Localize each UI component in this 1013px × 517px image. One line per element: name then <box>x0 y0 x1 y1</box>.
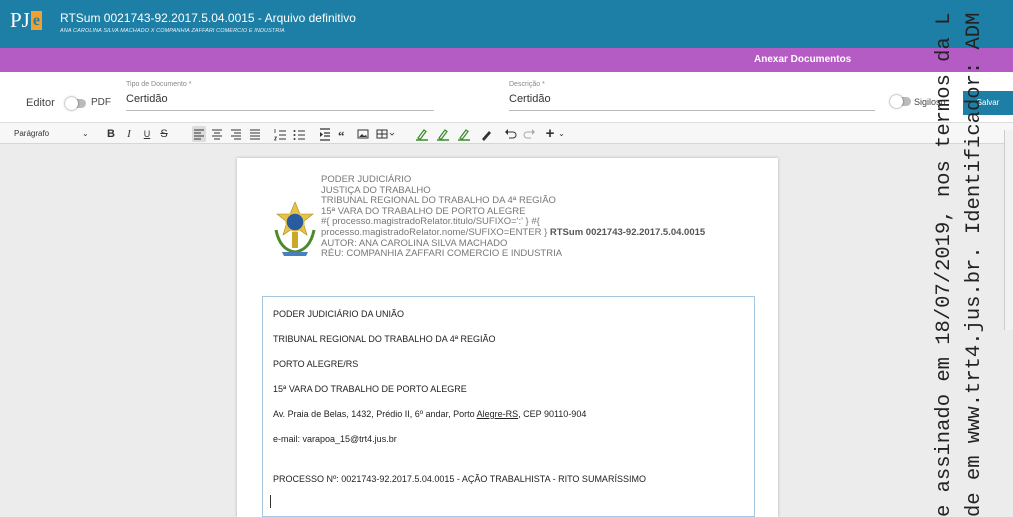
blockquote-icon[interactable]: “ <box>337 126 351 142</box>
body-line: PROCESSO Nº: 0021743-92.2017.5.04.0015 -… <box>273 474 646 484</box>
anexar-documentos-link[interactable]: Anexar Documentos <box>754 54 851 65</box>
signature-watermark: e assinado em 18/07/2019, nos termos da … <box>922 0 1013 517</box>
bullet-list-icon[interactable] <box>292 126 306 142</box>
letterhead-variable: processo.magistradoRelator.nome/SUFIXO=E… <box>321 226 548 238</box>
document-page: PODER JUDICIÁRIO JUSTIÇA DO TRABALHO TRI… <box>237 158 778 517</box>
top-header-bar: PJ e RTSum 0021743-92.2017.5.04.0015 - Ar… <box>0 0 1013 48</box>
align-center-icon[interactable] <box>210 126 224 142</box>
watermark-line: e assinado em 18/07/2019, nos termos da … <box>933 12 956 517</box>
body-line: Av. Praia de Belas, 1432, Prédio II, 6º … <box>273 409 586 419</box>
watermark-line: de em www.trt4.jus.br. Identificador: AD… <box>963 12 986 517</box>
bold-button[interactable]: B <box>104 126 118 142</box>
sigiloso-toggle[interactable] <box>890 95 911 108</box>
process-parties: ANA CAROLINA SILVA MACHADO X COMPANHIA Z… <box>60 28 285 34</box>
address-link[interactable]: Alegre-RS <box>477 409 519 419</box>
body-line: 15ª VARA DO TRABALHO DE PORTO ALEGRE <box>273 384 467 394</box>
process-title: RTSum 0021743-92.2017.5.04.0015 - Arquiv… <box>60 11 356 25</box>
letterhead-process-number: RTSum 0021743-92.2017.5.04.0015 <box>549 226 706 238</box>
insert-plus-button[interactable]: + <box>543 126 557 142</box>
marker-green-icon[interactable] <box>415 126 429 142</box>
body-line: e-mail: varapoa_15@trt4.jus.br <box>273 434 397 444</box>
table-icon[interactable] <box>375 126 395 142</box>
body-line: PORTO ALEGRE/RS <box>273 359 359 369</box>
text-cursor <box>270 495 271 508</box>
descricao-field[interactable]: Certidão <box>509 93 875 111</box>
marker-green-2-icon[interactable] <box>436 126 450 142</box>
action-bar: Anexar Documentos <box>0 48 1013 72</box>
redo-icon[interactable] <box>523 126 537 142</box>
address-text: Av. Praia de Belas, 1432, Prédio II, 6º … <box>273 409 477 419</box>
paragraph-style-select[interactable]: Parágrafo ⌄ <box>14 126 104 142</box>
watermark-text: e assinado em 18/07/2019, nos termos da … <box>930 0 990 517</box>
align-right-icon[interactable] <box>229 126 243 142</box>
tipo-documento-field[interactable]: Certidão <box>126 93 434 111</box>
descricao-label: Descrição * <box>509 81 545 88</box>
pje-logo[interactable]: PJ e <box>10 8 52 40</box>
brasil-coat-of-arms-icon <box>274 201 316 256</box>
tipo-documento-label: Tipo de Documento * <box>126 81 192 88</box>
document-letterhead: PODER JUDICIÁRIO JUSTIÇA DO TRABALHO TRI… <box>321 174 706 260</box>
pdf-label: PDF <box>91 97 111 108</box>
pdf-toggle[interactable] <box>65 97 86 110</box>
chevron-down-icon: ⌄ <box>82 129 89 138</box>
align-justify-icon[interactable] <box>248 126 262 142</box>
strikethrough-button[interactable]: S <box>157 126 171 142</box>
insert-chevron-down-icon[interactable]: ⌄ <box>557 126 566 142</box>
svg-text:“: “ <box>338 128 345 142</box>
body-line: TRIBUNAL REGIONAL DO TRABALHO DA 4ª REGI… <box>273 334 496 344</box>
editor-toolbar: Parágrafo ⌄ B I U S “ + ⌄ <box>0 122 1013 144</box>
document-body-editor[interactable]: PODER JUDICIÁRIO DA UNIÃO TRIBUNAL REGIO… <box>262 296 755 517</box>
italic-button[interactable]: I <box>122 126 136 142</box>
numbered-list-icon[interactable] <box>273 126 287 142</box>
undo-icon[interactable] <box>503 126 517 142</box>
letterhead-line: PODER JUDICIÁRIO <box>321 174 412 185</box>
image-icon[interactable] <box>356 126 370 142</box>
paragraph-style-value: Parágrafo <box>14 129 50 138</box>
editor-label: Editor <box>26 97 55 109</box>
indent-icon[interactable] <box>318 126 332 142</box>
logo-text: PJ <box>10 8 30 32</box>
letterhead-line: processo.magistradoRelator.nome/SUFIXO=E… <box>321 226 706 239</box>
align-left-icon[interactable] <box>192 126 206 142</box>
logo-accent: e <box>30 11 42 30</box>
body-line: PODER JUDICIÁRIO DA UNIÃO <box>273 309 405 319</box>
underline-button[interactable]: U <box>140 126 154 142</box>
marker-green-3-icon[interactable] <box>457 126 471 142</box>
document-form: Editor PDF Tipo de Documento * Certidão … <box>0 72 1013 122</box>
address-cep: , CEP 90110-904 <box>518 409 587 419</box>
letterhead-line: RÉU: COMPANHIA ZAFFARI COMERCIO E INDUST… <box>321 248 563 260</box>
eraser-icon[interactable] <box>478 126 492 142</box>
